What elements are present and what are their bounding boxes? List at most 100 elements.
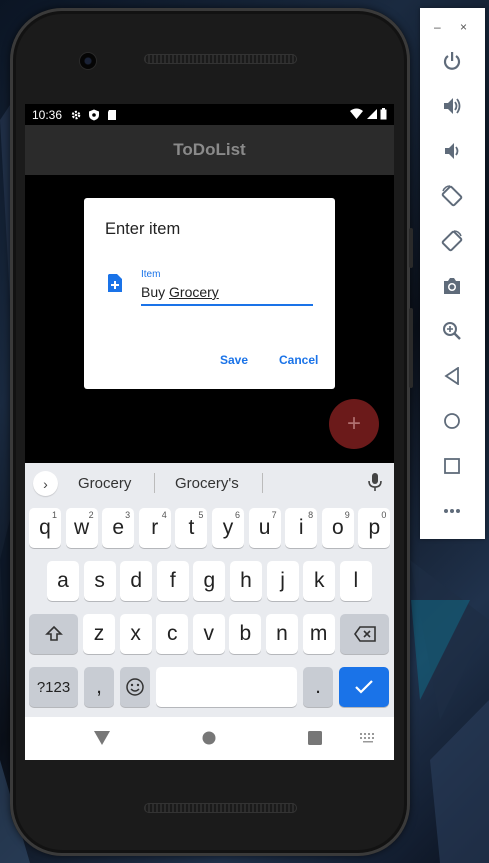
key-u[interactable]: u7	[248, 508, 281, 548]
done-key[interactable]	[339, 667, 389, 707]
shift-key[interactable]	[29, 614, 78, 654]
device-side-button	[409, 228, 413, 268]
key-hint: 8	[308, 510, 314, 520]
emoji-key[interactable]	[120, 667, 150, 707]
period-key-label: .	[315, 675, 321, 698]
key-label: g	[203, 569, 216, 592]
wifi-icon	[350, 108, 363, 119]
cancel-button[interactable]: Cancel	[279, 353, 318, 367]
key-y[interactable]: y6	[212, 508, 244, 548]
add-item-fab[interactable]: +	[329, 399, 379, 449]
key-t[interactable]: t5	[175, 508, 208, 548]
camera-icon	[444, 278, 460, 294]
soft-keyboard: › Grocery Grocery's q1w2e3r4t5y6u7i8o9p0…	[25, 463, 394, 717]
volume-up-button[interactable]	[441, 95, 463, 117]
suggestion-divider	[262, 473, 263, 493]
key-label: a	[57, 569, 69, 592]
backspace-icon	[353, 626, 376, 642]
sd-card-icon	[108, 109, 117, 120]
power-icon	[443, 52, 461, 70]
zoom-button[interactable]	[441, 320, 463, 342]
period-key[interactable]: .	[303, 667, 333, 707]
key-p[interactable]: p0	[358, 508, 391, 548]
item-input[interactable]: Buy Grocery	[141, 284, 313, 302]
rotate-right-icon	[441, 230, 463, 252]
key-e[interactable]: e3	[102, 508, 135, 548]
zoom-icon	[443, 322, 461, 340]
item-input-prefix: Buy	[141, 284, 170, 300]
backspace-key[interactable]	[340, 614, 389, 654]
key-hint: 3	[125, 510, 131, 520]
screenshot-button[interactable]	[441, 275, 463, 297]
key-q[interactable]: q1	[29, 508, 61, 548]
key-w[interactable]: w2	[65, 508, 98, 548]
back-button[interactable]	[441, 365, 463, 387]
key-j[interactable]: j	[266, 561, 299, 601]
bottom-speaker	[144, 803, 297, 813]
key-label: m	[309, 622, 328, 645]
rotate-right-button[interactable]	[441, 230, 463, 252]
key-hint: 1	[51, 510, 57, 520]
rotate-left-button[interactable]	[441, 185, 463, 207]
nav-recents-icon[interactable]	[308, 731, 322, 745]
suggestion-item[interactable]: Grocery's	[175, 475, 239, 492]
device-frame: 10:36 ToDoList + Enter item Item Buy Gro…	[10, 8, 413, 856]
power-button[interactable]	[441, 50, 463, 72]
key-hint: 7	[271, 510, 277, 520]
rotate-left-icon	[441, 185, 463, 207]
overview-button[interactable]	[441, 455, 463, 477]
nav-back-icon[interactable]	[94, 731, 110, 745]
emoji-icon	[126, 678, 144, 696]
save-button[interactable]: Save	[220, 353, 248, 367]
key-x[interactable]: x	[119, 614, 152, 654]
item-input-underline	[141, 304, 313, 306]
key-h[interactable]: h	[230, 561, 262, 601]
key-k[interactable]: k	[303, 561, 336, 601]
expand-suggestions-button[interactable]: ›	[33, 471, 58, 496]
key-label: i	[298, 516, 304, 539]
key-n[interactable]: n	[266, 614, 298, 654]
key-b[interactable]: b	[229, 614, 262, 654]
app-bar: ToDoList	[25, 125, 394, 175]
key-s[interactable]: s	[83, 561, 116, 601]
key-c[interactable]: c	[156, 614, 189, 654]
space-key[interactable]	[156, 667, 297, 707]
key-r[interactable]: r4	[138, 508, 171, 548]
key-hint: 9	[344, 510, 350, 520]
shift-icon	[44, 625, 63, 641]
key-label: k	[313, 569, 325, 592]
key-o[interactable]: o9	[321, 508, 354, 548]
device-screen: 10:36 ToDoList + Enter item Item Buy Gro…	[25, 104, 394, 760]
keyboard-switch-icon[interactable]	[360, 733, 376, 743]
more-button[interactable]	[441, 500, 463, 522]
symbols-key[interactable]: ?123	[29, 667, 78, 707]
dialog-title: Enter item	[105, 220, 181, 238]
status-bar: 10:36	[25, 104, 394, 125]
key-g[interactable]: g	[193, 561, 226, 601]
comma-key[interactable]: ,	[84, 667, 114, 707]
nav-home-icon[interactable]	[202, 731, 216, 745]
minimize-button[interactable]: –	[434, 20, 441, 34]
suggestion-item[interactable]: Grocery	[78, 475, 131, 492]
key-label: b	[239, 622, 252, 645]
more-icon	[444, 509, 460, 513]
home-button[interactable]	[441, 410, 463, 432]
close-button[interactable]: ×	[460, 20, 467, 34]
key-a[interactable]: a	[47, 561, 79, 601]
key-label: h	[240, 569, 252, 592]
key-label: q	[39, 516, 51, 539]
microphone-icon[interactable]	[368, 473, 382, 493]
key-d[interactable]: d	[120, 561, 153, 601]
key-v[interactable]: v	[192, 614, 225, 654]
volume-down-icon	[445, 143, 459, 159]
emulator-toolbar: – ×	[420, 8, 485, 539]
symbols-key-label: ?123	[36, 678, 71, 696]
key-m[interactable]: m	[302, 614, 335, 654]
key-i[interactable]: i8	[285, 508, 318, 548]
volume-down-button[interactable]	[441, 140, 463, 162]
suggestion-strip: › Grocery Grocery's	[25, 463, 394, 503]
key-z[interactable]: z	[83, 614, 115, 654]
key-f[interactable]: f	[156, 561, 189, 601]
enter-item-dialog: Enter item Item Buy Grocery Save Cancel	[84, 198, 335, 389]
key-l[interactable]: l	[339, 561, 372, 601]
